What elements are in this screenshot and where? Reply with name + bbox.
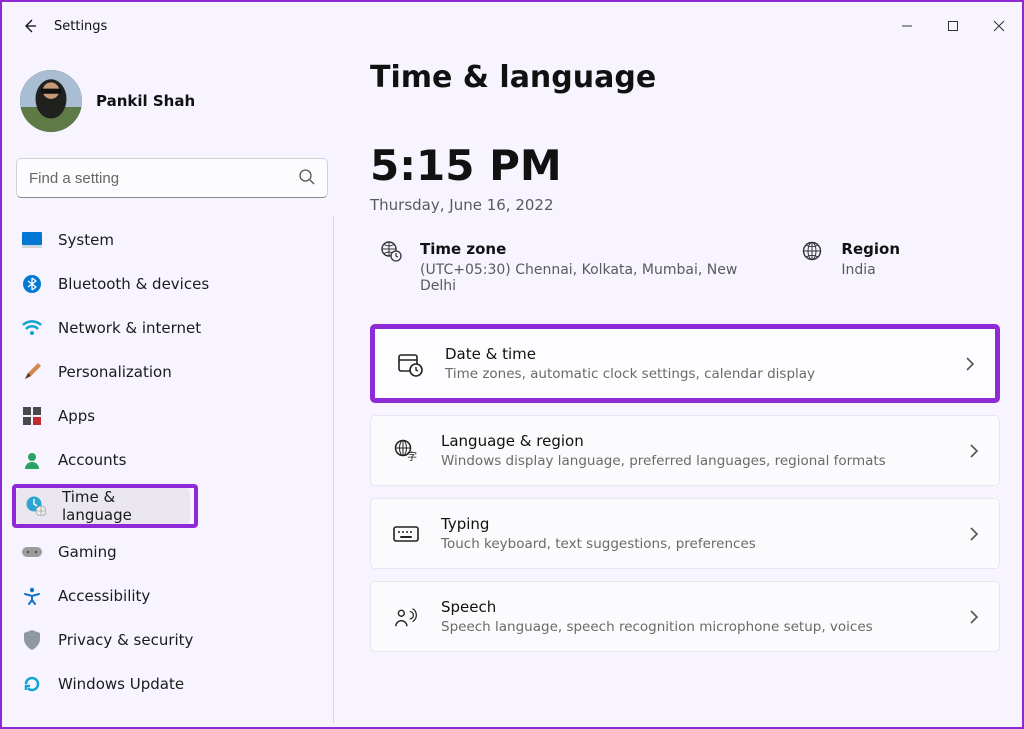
window-controls — [884, 2, 1022, 50]
close-button[interactable] — [976, 2, 1022, 50]
sidebar-item-label: Windows Update — [58, 675, 184, 693]
clock-globe-icon — [26, 496, 46, 516]
sidebar-item-network[interactable]: Network & internet — [12, 308, 327, 348]
sidebar-item-apps[interactable]: Apps — [12, 396, 327, 436]
card-title: Date & time — [445, 345, 943, 363]
chevron-right-icon — [969, 609, 979, 625]
card-date-time[interactable]: Date & time Time zones, automatic clock … — [370, 324, 1000, 403]
profile-block[interactable]: Pankil Shah — [12, 50, 334, 158]
timezone-title: Time zone — [420, 240, 753, 258]
page-title: Time & language — [370, 60, 1000, 95]
back-button[interactable] — [14, 10, 46, 42]
brush-icon — [22, 362, 42, 382]
sidebar-item-windows-update[interactable]: Windows Update — [12, 664, 327, 704]
clock-block: 5:15 PM Thursday, June 16, 2022 — [370, 141, 1000, 214]
chevron-right-icon — [969, 526, 979, 542]
sidebar-item-label: Time & language — [62, 488, 180, 524]
close-icon — [993, 20, 1005, 32]
sidebar-item-personalization[interactable]: Personalization — [12, 352, 327, 392]
sidebar-item-label: Personalization — [58, 363, 172, 381]
settings-cards: Date & time Time zones, automatic clock … — [370, 324, 1000, 652]
info-row: Time zone (UTC+05:30) Chennai, Kolkata, … — [370, 240, 1000, 294]
card-title: Language & region — [441, 432, 947, 450]
language-icon: 字 — [393, 438, 419, 464]
sidebar-item-label: System — [58, 231, 114, 249]
maximize-icon — [947, 20, 959, 32]
gamepad-icon — [22, 542, 42, 562]
sidebar-nav: System Bluetooth & devices Network & int… — [12, 216, 334, 723]
sidebar-item-accounts[interactable]: Accounts — [12, 440, 327, 480]
accessibility-icon — [22, 586, 42, 606]
window-title: Settings — [54, 19, 107, 34]
sidebar-item-time-language[interactable]: Time & language — [16, 488, 190, 524]
clock-time: 5:15 PM — [370, 141, 1000, 190]
titlebar: Settings — [2, 2, 1022, 50]
maximize-button[interactable] — [930, 2, 976, 50]
sidebar-item-label: Accounts — [58, 451, 126, 469]
minimize-button[interactable] — [884, 2, 930, 50]
workspace: Pankil Shah System Bluetooth & devices N… — [2, 50, 1022, 727]
apps-icon — [22, 406, 42, 426]
sidebar-item-privacy[interactable]: Privacy & security — [12, 620, 327, 660]
bluetooth-icon — [22, 274, 42, 294]
timezone-block: Time zone (UTC+05:30) Chennai, Kolkata, … — [380, 240, 753, 294]
card-subtitle: Windows display language, preferred lang… — [441, 453, 947, 469]
sidebar-item-bluetooth[interactable]: Bluetooth & devices — [12, 264, 327, 304]
region-block: Region India — [801, 240, 900, 278]
card-subtitle: Speech language, speech recognition micr… — [441, 619, 947, 635]
person-icon — [22, 450, 42, 470]
update-icon — [22, 674, 42, 694]
sidebar-item-gaming[interactable]: Gaming — [12, 532, 327, 572]
search-input[interactable] — [16, 158, 328, 198]
system-icon — [22, 230, 42, 250]
back-arrow-icon — [22, 18, 38, 34]
wifi-icon — [22, 318, 42, 338]
user-name: Pankil Shah — [96, 92, 195, 110]
card-speech[interactable]: Speech Speech language, speech recogniti… — [370, 581, 1000, 652]
card-title: Typing — [441, 515, 947, 533]
sidebar: Pankil Shah System Bluetooth & devices N… — [2, 50, 342, 727]
sidebar-item-label: Network & internet — [58, 319, 201, 337]
card-subtitle: Touch keyboard, text suggestions, prefer… — [441, 536, 947, 552]
card-title: Speech — [441, 598, 947, 616]
shield-icon — [22, 630, 42, 650]
content-area: Time & language 5:15 PM Thursday, June 1… — [342, 50, 1022, 727]
minimize-icon — [901, 20, 913, 32]
sidebar-item-label: Accessibility — [58, 587, 150, 605]
globe-clock-icon — [380, 240, 402, 262]
sidebar-item-label: Apps — [58, 407, 95, 425]
globe-icon — [801, 240, 823, 262]
calendar-clock-icon — [397, 351, 423, 377]
card-language-region[interactable]: 字 Language & region Windows display lang… — [370, 415, 1000, 486]
search-icon — [298, 168, 316, 186]
sidebar-item-accessibility[interactable]: Accessibility — [12, 576, 327, 616]
card-subtitle: Time zones, automatic clock settings, ca… — [445, 366, 943, 382]
sidebar-highlight: Time & language — [12, 484, 198, 528]
speech-icon — [393, 604, 419, 630]
svg-text:字: 字 — [407, 450, 417, 463]
sidebar-item-label: Gaming — [58, 543, 117, 561]
chevron-right-icon — [969, 443, 979, 459]
card-typing[interactable]: Typing Touch keyboard, text suggestions,… — [370, 498, 1000, 569]
sidebar-item-label: Privacy & security — [58, 631, 193, 649]
avatar — [20, 70, 82, 132]
sidebar-item-label: Bluetooth & devices — [58, 275, 209, 293]
clock-date: Thursday, June 16, 2022 — [370, 196, 1000, 214]
keyboard-icon — [393, 521, 419, 547]
timezone-value: (UTC+05:30) Chennai, Kolkata, Mumbai, Ne… — [420, 262, 753, 294]
region-title: Region — [841, 240, 900, 258]
sidebar-item-system[interactable]: System — [12, 220, 327, 260]
search-container — [16, 158, 328, 198]
region-value: India — [841, 262, 900, 278]
chevron-right-icon — [965, 356, 975, 372]
